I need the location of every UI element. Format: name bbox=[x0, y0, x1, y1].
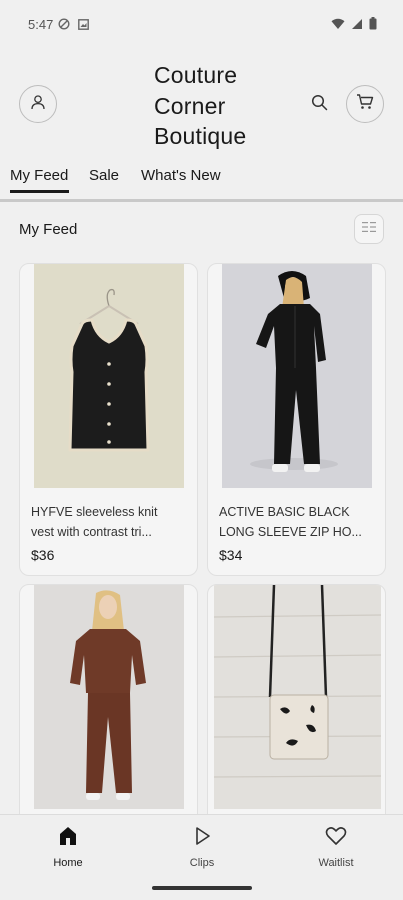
home-indicator[interactable] bbox=[152, 886, 252, 890]
status-bar: 5:47 bbox=[0, 0, 403, 48]
brand-line: Corner bbox=[154, 92, 226, 119]
tab-sale[interactable]: Sale bbox=[89, 167, 119, 184]
product-image-zip-hoodie bbox=[222, 264, 372, 488]
cell-signal-icon bbox=[351, 17, 363, 35]
nav-item-waitlist[interactable]: Waitlist bbox=[296, 825, 376, 869]
nav-label-clips: Clips bbox=[189, 857, 215, 869]
product-card[interactable]: HYFVE sleeveless knit vest with contrast… bbox=[19, 263, 198, 576]
nav-label-waitlist: Waitlist bbox=[318, 857, 354, 869]
search-button[interactable] bbox=[306, 92, 332, 118]
brand-title: Couture Corner Boutique bbox=[154, 60, 246, 152]
play-icon bbox=[162, 825, 242, 849]
blocked-notification-icon bbox=[58, 17, 70, 35]
product-image-brown-set bbox=[34, 585, 184, 809]
brand-line: Couture bbox=[154, 62, 238, 88]
screenshot-icon bbox=[78, 17, 89, 35]
home-icon bbox=[28, 825, 108, 849]
wifi-icon bbox=[331, 17, 345, 35]
heart-icon bbox=[296, 825, 376, 849]
tabs-divider bbox=[0, 199, 403, 202]
app-screen: 5:47 Couture Corner Boutique My Feed Sal… bbox=[0, 0, 403, 900]
product-image-crossbody-bag bbox=[213, 585, 382, 809]
product-card[interactable]: ACTIVE BASIC BLACK LONG SLEEVE ZIP HO...… bbox=[207, 263, 386, 576]
active-tab-indicator bbox=[10, 190, 69, 193]
battery-icon bbox=[369, 17, 377, 35]
profile-icon bbox=[30, 94, 46, 115]
search-icon bbox=[311, 94, 328, 116]
product-image-knit-vest bbox=[34, 264, 184, 488]
product-name: HYFVE sleeveless knit vest with contrast… bbox=[31, 505, 158, 539]
grid-view-icon bbox=[361, 220, 377, 238]
app-header: Couture Corner Boutique bbox=[0, 56, 403, 156]
status-time: 5:47 bbox=[28, 17, 54, 32]
nav-item-home[interactable]: Home bbox=[28, 825, 108, 869]
product-price: $36 bbox=[31, 547, 55, 563]
profile-button[interactable] bbox=[19, 85, 57, 123]
brand-line: Boutique bbox=[154, 123, 247, 149]
tab-whats-new[interactable]: What's New bbox=[141, 167, 221, 184]
product-price: $34 bbox=[219, 547, 243, 563]
view-toggle-button[interactable] bbox=[354, 214, 384, 244]
tab-my-feed[interactable]: My Feed bbox=[10, 167, 68, 184]
nav-label-home: Home bbox=[53, 857, 83, 869]
status-right-icons bbox=[331, 17, 377, 35]
feed-section-title: My Feed bbox=[19, 221, 78, 238]
feed-tabs: My Feed Sale What's New bbox=[0, 162, 403, 202]
nav-item-clips[interactable]: Clips bbox=[162, 825, 242, 869]
status-left-icons bbox=[58, 17, 89, 35]
cart-button[interactable] bbox=[346, 85, 384, 123]
product-name: ACTIVE BASIC BLACK LONG SLEEVE ZIP HO... bbox=[219, 505, 362, 539]
cart-icon bbox=[356, 93, 374, 115]
